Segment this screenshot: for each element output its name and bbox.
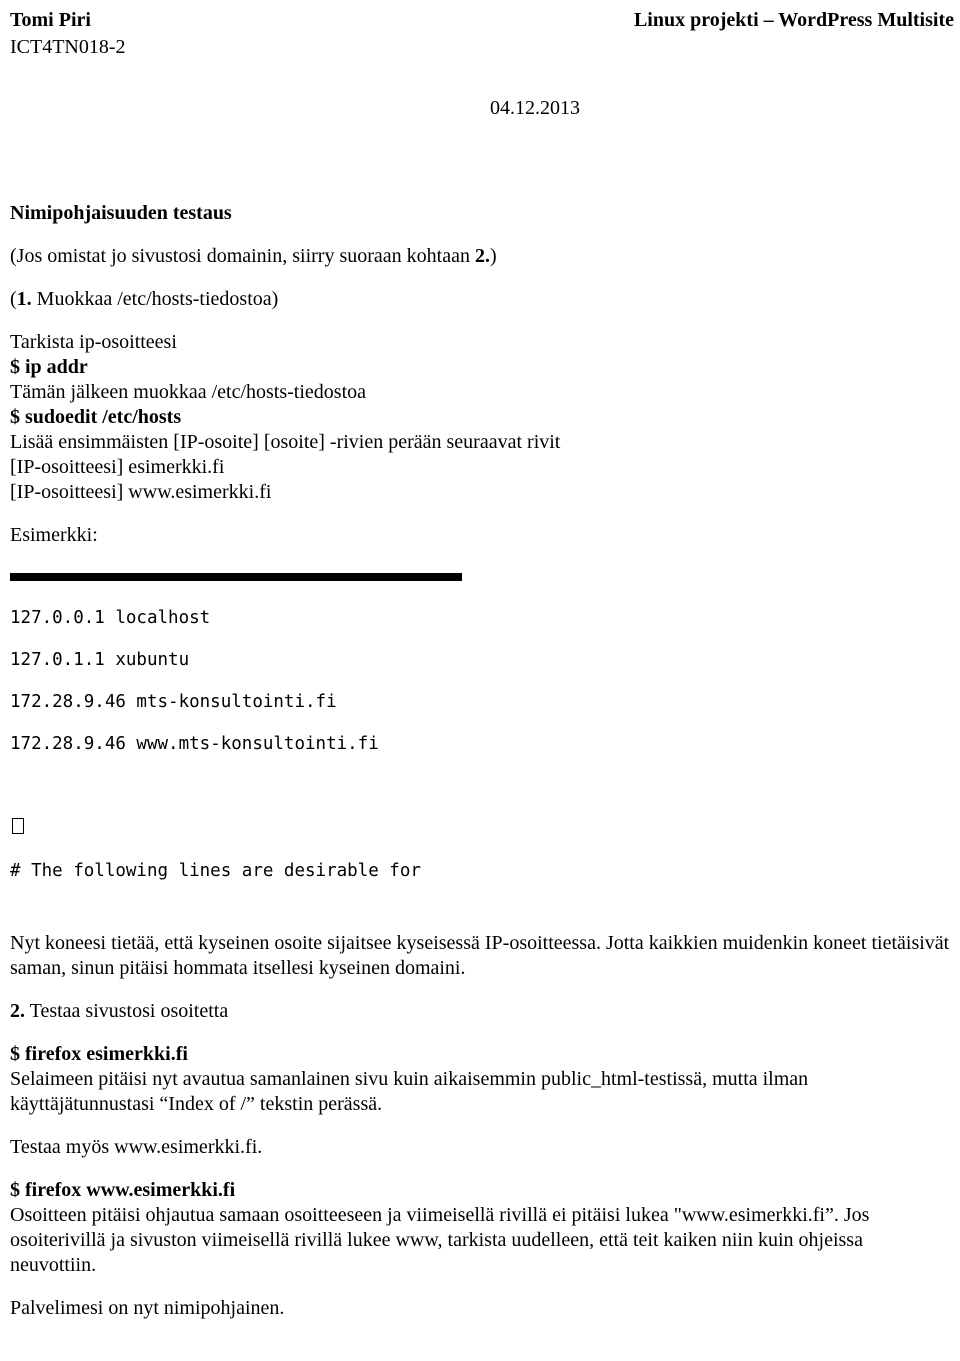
check-ip-text: Tarkista ip-osoitteesi	[10, 330, 954, 355]
hosts-line-b: [IP-osoitteesi] www.esimerkki.fi	[10, 480, 954, 505]
redirect-paragraph: Osoitteen pitäisi ohjautua samaan osoitt…	[10, 1203, 954, 1278]
hosts-line-4: 172.28.9.46 www.mts-konsultointi.fi	[10, 734, 470, 755]
author-name: Tomi Piri	[10, 8, 126, 33]
step1-number: 1.	[17, 288, 32, 310]
test-www-paragraph: Testaa myös www.esimerkki.fi.	[10, 1135, 954, 1160]
cmd-firefox-2: $ firefox www.esimerkki.fi	[10, 1178, 954, 1203]
page-header: Tomi Piri ICT4TN018-2 Linux projekti – W…	[10, 8, 954, 60]
cursor-icon	[12, 818, 24, 834]
document-date: 04.12.2013	[490, 96, 954, 121]
document-title: Linux projekti – WordPress Multisite	[634, 8, 954, 33]
example-label: Esimerkki:	[10, 523, 954, 548]
after-ip-text: Tämän jälkeen muokkaa /etc/hosts-tiedost…	[10, 380, 954, 405]
editor-titlebar	[10, 573, 462, 581]
hosts-file-screenshot: 127.0.0.1 localhost 127.0.1.1 xubuntu 17…	[10, 552, 470, 903]
cmd-sudoedit: $ sudoedit /etc/hosts	[10, 405, 954, 430]
header-left: Tomi Piri ICT4TN018-2	[10, 8, 126, 60]
hosts-line-2: 127.0.1.1 xubuntu	[10, 650, 470, 671]
step-1-line: (1. Muokkaa /etc/hosts-tiedostoa)	[10, 287, 954, 312]
intro-step-ref: 2.	[475, 245, 490, 267]
step1-text: Muokkaa /etc/hosts-tiedostoa)	[32, 288, 279, 310]
add-lines-text: Lisää ensimmäisten [IP-osoite] [osoite] …	[10, 430, 954, 455]
cmd-ip-addr: $ ip addr	[10, 355, 954, 380]
intro-line: (Jos omistat jo sivustosi domainin, siir…	[10, 244, 954, 269]
cmd-firefox-1: $ firefox esimerkki.fi	[10, 1042, 954, 1067]
section-heading: Nimipohjaisuuden testaus	[10, 201, 954, 226]
intro-text-pre: (Jos omistat jo sivustosi domainin, siir…	[10, 245, 475, 267]
hosts-line-1: 127.0.0.1 localhost	[10, 608, 470, 629]
hosts-line-5: # The following lines are desirable for	[10, 861, 470, 882]
hosts-cursor-line	[10, 818, 470, 840]
course-code: ICT4TN018-2	[10, 35, 126, 60]
step2-text: Testaa sivustosi osoitetta	[25, 1000, 228, 1022]
hosts-blank-line	[10, 776, 470, 797]
hosts-line-a: [IP-osoitteesi] esimerkki.fi	[10, 455, 954, 480]
hosts-line-3: 172.28.9.46 mts-konsultointi.fi	[10, 692, 470, 713]
step2-number: 2.	[10, 1000, 25, 1022]
intro-text-post: )	[490, 245, 497, 267]
browser-paragraph: Selaimeen pitäisi nyt avautua samanlaine…	[10, 1067, 954, 1117]
done-paragraph: Palvelimesi on nyt nimipohjainen.	[10, 1296, 954, 1321]
step1-pre: (	[10, 288, 17, 310]
known-paragraph: Nyt koneesi tietää, että kyseinen osoite…	[10, 931, 954, 981]
step-2-line: 2. Testaa sivustosi osoitetta	[10, 999, 954, 1024]
